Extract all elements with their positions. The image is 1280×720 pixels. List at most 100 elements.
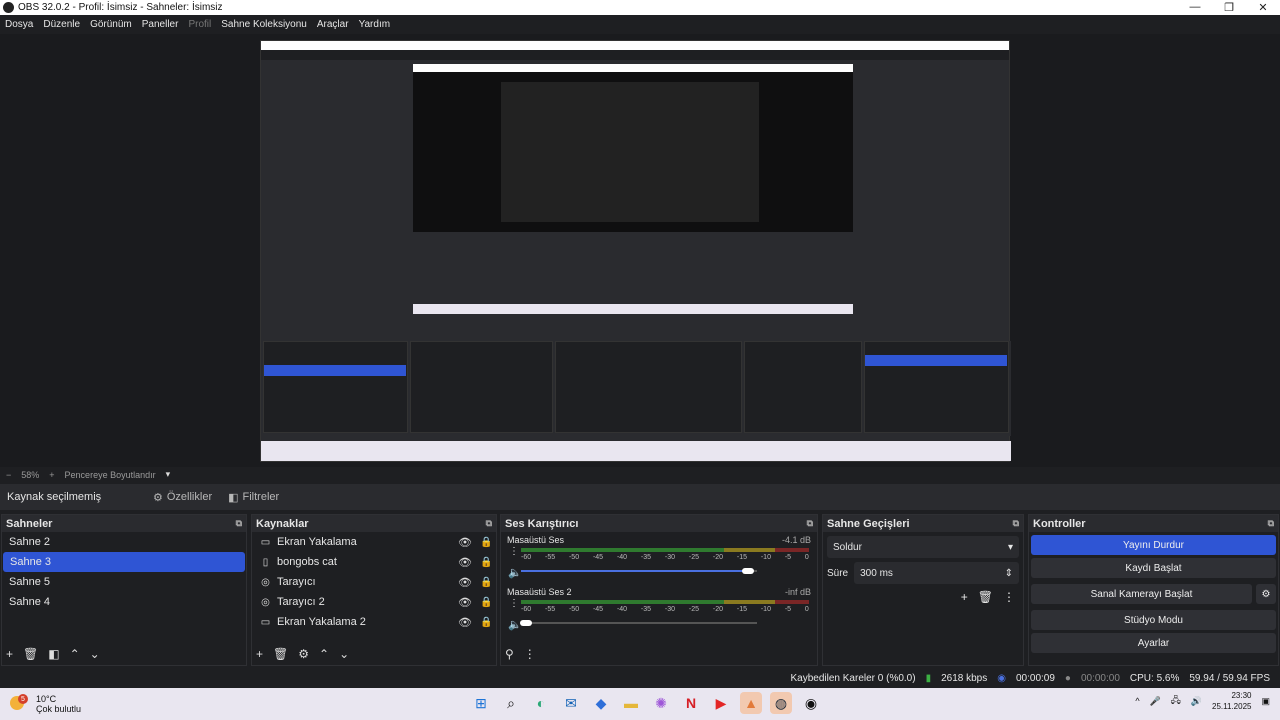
lock-icon[interactable]: 🔒: [480, 537, 496, 548]
duration-input[interactable]: 300 ms ⇕: [854, 562, 1019, 584]
volume-meter: [521, 548, 809, 552]
scene-item[interactable]: Sahne 2: [2, 532, 246, 552]
undock-icon[interactable]: ⧉: [1268, 518, 1274, 529]
zoom-in-button[interactable]: +: [49, 470, 54, 480]
volume-slider-track[interactable]: [521, 570, 757, 572]
spinner-icon[interactable]: ⇕: [1005, 568, 1013, 579]
visibility-icon[interactable]: 👁: [458, 616, 474, 629]
link-icon[interactable]: ⚲: [505, 647, 514, 661]
add-icon[interactable]: +: [6, 647, 13, 661]
volume-icon[interactable]: 🔊: [1191, 696, 1202, 707]
source-item[interactable]: ◎ Tarayıcı 2 👁 🔒: [252, 592, 496, 612]
taskbar: 5 10°C Çok bulutlu ⊞ ⌕ ◐ ✉ ◆ ▬ ✺ N ▶ ▲ ◍ …: [0, 688, 1280, 720]
obs-icon[interactable]: ◉: [800, 692, 822, 714]
volume-slider-knob[interactable]: [741, 568, 754, 574]
properties-button[interactable]: ⚙ Özellikler: [145, 491, 220, 504]
visibility-icon[interactable]: 👁: [458, 596, 474, 609]
notification-icon[interactable]: ▣: [1261, 696, 1270, 707]
trash-icon[interactable]: 🗑: [978, 590, 993, 604]
more-icon[interactable]: ⋮: [509, 598, 519, 609]
system-tray: ^ 🎤 🖧 🔊 23:30 25.11.2025 ▣: [1135, 690, 1270, 712]
more-icon[interactable]: ⋮: [1003, 590, 1015, 604]
network-icon[interactable]: 🖧: [1171, 693, 1181, 709]
weather-badge: 5: [18, 694, 28, 704]
volume-slider-knob[interactable]: [519, 620, 532, 626]
store-icon[interactable]: ◆: [590, 692, 612, 714]
source-item[interactable]: ▭ Ekran Yakalama 2 👁 🔒: [252, 612, 496, 632]
volume-slider-track[interactable]: [521, 622, 757, 624]
weather-widget[interactable]: 5 10°C Çok bulutlu: [0, 694, 200, 714]
edge-icon[interactable]: ◐: [530, 692, 552, 714]
menu-scene-collection[interactable]: Sahne Koleksiyonu: [216, 19, 312, 30]
scene-item[interactable]: Sahne 5: [2, 572, 246, 592]
app-icon[interactable]: ▲: [740, 692, 762, 714]
microphone-icon[interactable]: 🎤: [1150, 696, 1161, 707]
menu-file[interactable]: Dosya: [0, 19, 38, 30]
minimize-icon[interactable]: —: [1178, 1, 1212, 14]
menu-view[interactable]: Görünüm: [85, 19, 137, 30]
settings-button[interactable]: Ayarlar: [1031, 633, 1276, 653]
down-icon[interactable]: ⌄: [339, 647, 349, 661]
add-icon[interactable]: +: [256, 647, 263, 661]
undock-icon[interactable]: ⧉: [807, 518, 813, 529]
menu-help[interactable]: Yardım: [354, 19, 396, 30]
filters-button[interactable]: ◧ Filtreler: [220, 491, 287, 504]
scene-item[interactable]: Sahne 4: [2, 592, 246, 612]
up-icon[interactable]: ⌃: [70, 647, 80, 661]
add-icon[interactable]: +: [961, 590, 968, 604]
start-virtual-camera-button[interactable]: Sanal Kamerayı Başlat: [1031, 584, 1252, 604]
studio-mode-button[interactable]: Stüdyo Modu: [1031, 610, 1276, 630]
up-icon[interactable]: ⌃: [319, 647, 329, 661]
windows-start-icon[interactable]: ⊞: [470, 692, 492, 714]
undock-icon[interactable]: ⧉: [1013, 518, 1019, 529]
source-item[interactable]: ◎ Tarayıcı 👁 🔒: [252, 572, 496, 592]
gear-icon[interactable]: ⚙: [298, 647, 309, 661]
start-recording-button[interactable]: Kaydı Başlat: [1031, 558, 1276, 578]
sources-title: Kaynaklar: [256, 517, 309, 530]
source-item[interactable]: ▯ bongobs cat 👁 🔒: [252, 552, 496, 572]
fit-to-window-button[interactable]: Pencereye Boyutlandır: [65, 470, 156, 480]
menu-profile[interactable]: Profil: [183, 19, 216, 30]
down-icon[interactable]: ⌄: [90, 647, 100, 661]
trash-icon[interactable]: 🗑: [23, 647, 38, 661]
undock-icon[interactable]: ⧉: [236, 518, 242, 529]
gear-icon[interactable]: ⚙: [1256, 584, 1276, 604]
outlook-icon[interactable]: ✉: [560, 692, 582, 714]
menu-docks[interactable]: Paneller: [137, 19, 184, 30]
netflix-icon[interactable]: N: [680, 692, 702, 714]
preview-image: [260, 40, 1011, 462]
lock-icon[interactable]: 🔒: [480, 577, 496, 588]
lock-icon[interactable]: 🔒: [480, 557, 496, 568]
transition-select[interactable]: Soldur ▾: [827, 536, 1019, 558]
record-time: 00:00:00: [1080, 672, 1120, 684]
close-icon[interactable]: ✕: [1246, 1, 1280, 14]
tray-overflow-icon[interactable]: ^: [1135, 696, 1139, 706]
stop-streaming-button[interactable]: Yayını Durdur: [1031, 535, 1276, 555]
folder-icon[interactable]: ▬: [620, 692, 642, 714]
steam-icon[interactable]: ◍: [770, 692, 792, 714]
copilot-icon[interactable]: ✺: [650, 692, 672, 714]
filter-icon[interactable]: ◧: [48, 647, 59, 661]
more-icon[interactable]: ⋮: [524, 647, 536, 661]
visibility-icon[interactable]: 👁: [458, 536, 474, 549]
youtube-icon[interactable]: ▶: [710, 692, 732, 714]
visibility-icon[interactable]: 👁: [458, 576, 474, 589]
controls-title: Kontroller: [1033, 517, 1086, 530]
menu-edit[interactable]: Düzenle: [38, 19, 85, 30]
trash-icon[interactable]: 🗑: [273, 647, 288, 661]
zoom-out-button[interactable]: −: [6, 470, 11, 480]
maximize-icon[interactable]: ❐: [1212, 1, 1246, 14]
visibility-icon[interactable]: 👁: [458, 556, 474, 569]
speaker-icon[interactable]: 🔈: [508, 566, 522, 579]
menu-tools[interactable]: Araçlar: [312, 19, 354, 30]
source-item[interactable]: ▭ Ekran Yakalama 👁 🔒: [252, 532, 496, 552]
lock-icon[interactable]: 🔒: [480, 617, 496, 628]
lock-icon[interactable]: 🔒: [480, 597, 496, 608]
more-icon[interactable]: ⋮: [509, 546, 519, 557]
clock[interactable]: 23:30 25.11.2025: [1212, 690, 1251, 712]
undock-icon[interactable]: ⧉: [486, 518, 492, 529]
scene-item[interactable]: Sahne 3: [3, 552, 245, 572]
search-icon[interactable]: ⌕: [500, 692, 522, 714]
chevron-down-icon[interactable]: ▾: [166, 469, 171, 480]
obs-logo-icon: [3, 2, 14, 13]
